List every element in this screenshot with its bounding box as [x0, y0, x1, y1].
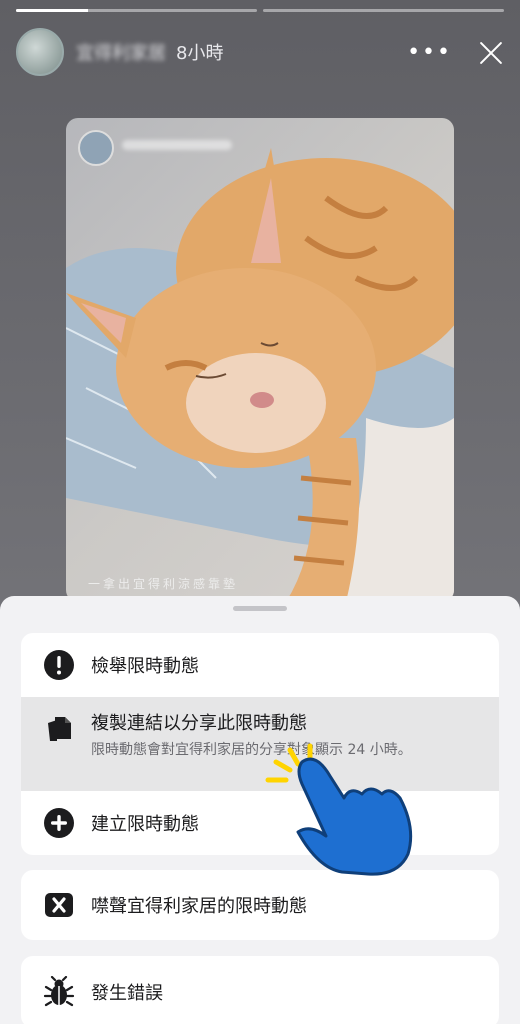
progress-segment — [263, 9, 504, 12]
mute-story-label: 噤聲宜得利家居的限時動態 — [91, 896, 307, 917]
time-ago: 8小時 — [176, 43, 224, 64]
pointing-hand-icon — [265, 743, 413, 876]
report-bug-label: 發生錯誤 — [91, 983, 163, 1004]
story-header: 宜得利家居 8小時 ••• — [16, 28, 504, 76]
photo-author-name — [122, 140, 232, 150]
report-story-label: 檢舉限時動態 — [91, 656, 199, 677]
exclamation-icon — [43, 649, 75, 681]
story-progress — [16, 9, 504, 12]
report-story-button[interactable]: 檢舉限時動態 — [21, 633, 499, 697]
photo-avatar — [78, 130, 114, 166]
sheet-handle[interactable] — [233, 606, 287, 611]
mute-icon — [43, 889, 75, 921]
action-group: 發生錯誤 — [21, 956, 499, 1024]
avatar[interactable] — [16, 28, 64, 76]
progress-segment — [16, 9, 257, 12]
create-story-label: 建立限時動態 — [91, 814, 199, 835]
photo-caption: 一拿出宜得利涼感靠墊 — [88, 577, 239, 591]
author-name[interactable]: 宜得利家居 — [76, 39, 166, 65]
copy-link-label: 複製連結以分享此限時動態 — [91, 713, 307, 734]
more-options-icon[interactable]: ••• — [407, 40, 452, 65]
close-icon[interactable] — [478, 39, 504, 65]
bug-icon — [43, 976, 75, 1008]
cat-illustration — [66, 148, 454, 602]
story-photo: 一拿出宜得利涼感靠墊 — [66, 118, 454, 602]
report-bug-button[interactable]: 發生錯誤 — [21, 956, 499, 1024]
copy-icon — [43, 713, 75, 745]
plus-icon — [43, 807, 75, 839]
